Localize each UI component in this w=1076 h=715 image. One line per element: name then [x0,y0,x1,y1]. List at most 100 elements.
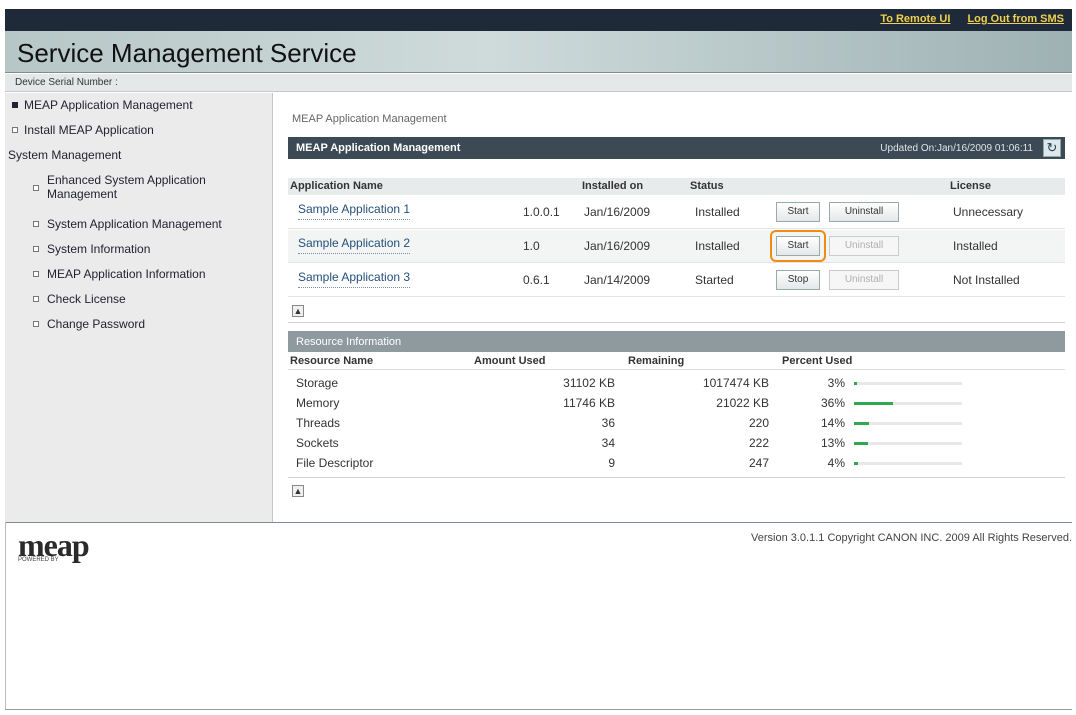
app-license: Not Installed [953,273,1020,287]
divider [288,322,1065,323]
back-to-top-icon[interactable]: ▲ [292,305,304,317]
usage-bar [854,382,962,385]
sidebar-item-label: MEAP Application Information [47,267,206,281]
resource-used: 34 [601,436,615,450]
sidebar-item-label: Enhanced System Application Management [47,173,206,201]
copyright-text: Version 3.0.1.1 Copyright CANON INC. 200… [751,532,1072,544]
active-square-icon [12,102,18,108]
remote-ui-link[interactable]: To Remote UI [880,13,950,25]
col-resource-name: Resource Name [290,355,374,367]
resource-remaining: 222 [748,436,769,450]
sidebar-item-label: MEAP Application Management [24,98,193,112]
resource-percent: 36% [820,396,845,410]
top-links: To Remote UI Log Out from SMS [866,13,1064,25]
bottom-border [5,709,1072,710]
resource-remaining: 247 [748,456,769,470]
square-bullet-icon [33,185,39,191]
app-version: 0.6.1 [523,273,550,287]
table-row: Sample Application 3 0.6.1 Jan/14/2009 S… [288,264,1065,297]
refresh-icon[interactable]: ↻ [1043,139,1061,157]
resource-percent: 4% [827,456,845,470]
square-bullet-icon [33,271,39,277]
usage-bar [854,422,962,425]
resource-remaining: 220 [748,416,769,430]
app-table-header: Application Name Installed on Status Lic… [288,178,1065,195]
resource-name: Sockets [296,436,339,450]
sidebar: MEAP Application Management Install MEAP… [5,93,273,522]
top-bar: To Remote UI Log Out from SMS [5,9,1072,31]
resource-percent: 13% [820,436,845,450]
usage-bar-fill [854,382,858,385]
col-status: Status [690,180,724,192]
resource-percent: 14% [820,416,845,430]
square-bullet-icon [12,127,18,133]
sidebar-item-label: System Information [47,242,151,256]
logo-wordmark: meap [18,527,90,563]
sidebar-item-label: System Application Management [47,217,222,231]
meap-logo: meap POWERED BY [18,527,90,563]
app-version: 1.0.0.1 [523,205,560,219]
usage-bar-fill [854,442,869,445]
resource-name: Threads [296,416,341,430]
frame-edge [5,522,6,710]
app-installed-on: Jan/16/2009 [584,239,651,253]
sidebar-section-system-management: System Management [8,148,121,162]
col-application-name: Application Name [290,180,383,192]
col-installed-on: Installed on [582,180,644,192]
usage-bar [854,402,962,405]
start-button[interactable]: Start [776,202,820,222]
resource-row: Storage 31102 KB 1017474 KB 3% [288,375,1065,392]
panel-title: MEAP Application Management [296,142,461,154]
resource-row: Sockets 34 222 13% [288,435,1065,452]
divider [288,477,1065,478]
logout-link[interactable]: Log Out from SMS [967,13,1064,25]
square-bullet-icon [33,246,39,252]
table-row: Sample Application 1 1.0.0.1 Jan/16/2009… [288,196,1065,229]
resource-name: Storage [296,376,339,390]
stop-button[interactable]: Stop [776,270,820,290]
resource-used: 36 [601,416,615,430]
app-name-link[interactable]: Sample Application 2 [298,236,411,254]
col-percent-used: Percent Used [782,355,853,367]
col-amount-used: Amount Used [474,355,546,367]
col-license: License [950,180,991,192]
square-bullet-icon [33,221,39,227]
usage-bar-fill [854,422,870,425]
updated-timestamp: Updated On:Jan/16/2009 01:06:11 [880,143,1033,154]
resource-used: 11746 KB [563,396,615,410]
resource-row: Memory 11746 KB 21022 KB 36% [288,395,1065,412]
col-remaining: Remaining [628,355,685,367]
sidebar-item-label: Check License [47,292,126,306]
app-name-link[interactable]: Sample Application 1 [298,202,411,220]
page-title: Service Management Service [17,38,357,68]
usage-bar [854,462,962,465]
usage-bar [854,442,962,445]
app-license: Installed [953,239,998,253]
resource-title: Resource Information [296,336,402,348]
usage-bar-fill [854,462,859,465]
sidebar-item-label: Install MEAP Application [24,123,154,137]
resource-remaining: 1017474 KB [702,376,769,390]
app-name-link[interactable]: Sample Application 3 [298,270,411,288]
app-installed-on: Jan/14/2009 [584,273,651,287]
table-row: Sample Application 2 1.0 Jan/16/2009 Ins… [288,230,1065,263]
square-bullet-icon [33,321,39,327]
title-bar: Service Management Service [5,31,1072,73]
sidebar-item-label: Change Password [47,317,146,331]
app-version: 1.0 [523,239,540,253]
app-status: Installed [695,239,740,253]
usage-bar-fill [854,402,893,405]
resource-remaining: 21022 KB [716,396,769,410]
serial-label: Device Serial Number : [15,77,118,88]
sidebar-section-label: System Management [8,148,122,162]
app-status: Installed [695,205,740,219]
resource-name: Memory [296,396,340,410]
resource-name: File Descriptor [296,456,374,470]
resource-used: 9 [608,456,615,470]
resource-row: File Descriptor 9 247 4% [288,455,1065,472]
uninstall-button: Uninstall [829,270,899,290]
uninstall-button[interactable]: Uninstall [829,202,899,222]
breadcrumb: MEAP Application Management [292,113,447,125]
start-button[interactable]: Start [776,236,820,256]
back-to-top-icon[interactable]: ▲ [292,485,304,497]
